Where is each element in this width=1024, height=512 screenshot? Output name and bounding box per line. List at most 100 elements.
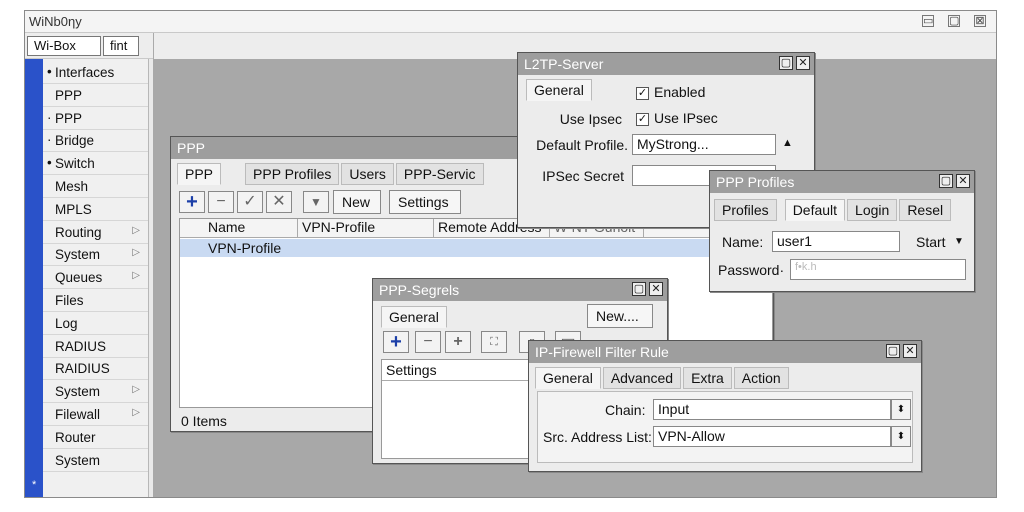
col-name[interactable]: Name [204, 219, 298, 237]
disable-icon[interactable]: ✕ [266, 191, 292, 213]
sidebar-item-files[interactable]: Files [43, 290, 148, 312]
sidebar-item-label: Queues [55, 270, 103, 286]
new-button[interactable]: New [333, 190, 381, 214]
minimize-icon[interactable]: ▭ [922, 15, 934, 27]
sidebar-item-router[interactable]: Router [43, 427, 148, 449]
col-vpn-profile[interactable]: VPN-Profile [298, 219, 434, 237]
sidebar-item-system[interactable]: System ▷ [43, 381, 148, 404]
enable-icon[interactable]: ✓ [237, 191, 263, 213]
sidebar-menu: • Interfaces PPP · PPP · Bridge • Switch Mesh MPLS… [43, 59, 149, 497]
close-icon[interactable]: ✕ [903, 344, 917, 358]
remove-icon[interactable]: − [415, 331, 441, 353]
sidebar-item-queues[interactable]: Queues ▷ [43, 267, 148, 290]
tab-advanced[interactable]: Advanced [602, 367, 682, 389]
sidebar-item-system[interactable]: System [43, 450, 148, 472]
dropdown-arrow-icon[interactable]: ▲ [782, 137, 793, 149]
segrels-window-title[interactable]: PPP-Segrels ▢ ✕ [373, 279, 667, 301]
default-profile-label: Default Profile. [536, 137, 628, 153]
default-profile-field[interactable]: MyStrong... [632, 134, 776, 155]
sidebar-item-bridge[interactable]: · Bridge [43, 130, 148, 153]
submenu-arrow-icon: ▷ [132, 384, 140, 396]
tab-ppp-profiles[interactable]: PPP Profiles [245, 163, 340, 185]
sidebar-item-ppp[interactable]: PPP [43, 85, 148, 107]
maximize-icon[interactable]: ▢ [779, 56, 793, 70]
submenu-arrow-icon: ▷ [132, 407, 140, 418]
enabled-checkbox[interactable]: ✓ [636, 87, 649, 100]
sidebar-item-switch[interactable]: • Switch [43, 153, 148, 176]
maximize-icon[interactable]: ▢ [886, 344, 900, 358]
l2tp-window-title[interactable]: L2TP-Server ▢ ✕ [518, 53, 814, 75]
tab-login[interactable]: Login [847, 199, 898, 221]
tab-ppp[interactable]: PPP [177, 163, 222, 185]
sidebar-item-system[interactable]: System ▷ [43, 244, 148, 267]
use-ipsec-checkbox[interactable]: ✓ [636, 113, 649, 126]
filter-icon[interactable]: ▼ [303, 191, 329, 213]
tab-reset[interactable]: Resel [899, 199, 952, 221]
close-icon[interactable]: ✕ [649, 282, 663, 296]
close-icon[interactable]: ⊠ [974, 15, 986, 27]
sidebar-item-ppp[interactable]: · PPP [43, 108, 148, 130]
tab-general[interactable]: General [526, 79, 592, 101]
sidebar-item-interfaces[interactable]: • Interfaces [43, 62, 148, 84]
settings-button[interactable]: Settings [389, 190, 461, 214]
sidebar-item-label: PPP [55, 87, 83, 103]
expand-icon[interactable]: ⛶ [481, 331, 507, 353]
maximize-icon[interactable]: ▢ [948, 15, 960, 27]
sidebar-item-raidius[interactable]: RAIDIUS [43, 358, 148, 381]
chevron-down-icon[interactable]: ▼ [954, 236, 964, 247]
table-row[interactable]: VPN-Profile [180, 239, 774, 257]
bullet-icon: · [47, 109, 52, 125]
sidebar-item-radius[interactable]: RADIUS [43, 336, 148, 358]
tab-action[interactable]: Action [733, 367, 789, 389]
strip-mark: * [32, 479, 37, 491]
sidebar-item-label: System [55, 384, 101, 400]
firewall-window-title[interactable]: IP-Firewell Filter Rule ▢ ✕ [529, 341, 921, 363]
sidebar-item-log[interactable]: Log [43, 313, 148, 335]
winbox-button[interactable]: Wi-Box [27, 36, 101, 56]
fint-button[interactable]: fint [103, 36, 139, 56]
sidebar-item-routing[interactable]: Routing ▷ [43, 222, 148, 244]
settings-column[interactable]: Settings [386, 362, 437, 378]
sidebar-item-filewall[interactable]: Filewall ▷ [43, 404, 148, 426]
maximize-icon[interactable]: ▢ [939, 174, 953, 188]
use-ipsec-label: Use Ipsec [559, 111, 622, 127]
src-address-select-icon[interactable]: ⬍ [891, 426, 911, 447]
sidebar-item-label: MPLS [55, 201, 92, 217]
sidebar-item-label: System [55, 452, 101, 468]
password-label: Password· [718, 262, 785, 278]
tab-users[interactable]: Users [341, 163, 394, 185]
tab-default[interactable]: Default [784, 199, 846, 221]
add-small-icon[interactable]: + [445, 331, 471, 353]
close-icon[interactable]: ✕ [956, 174, 970, 188]
name-field[interactable]: user1 [772, 231, 900, 252]
sidebar-item-mesh[interactable]: Mesh [43, 176, 148, 198]
add-icon[interactable]: + [179, 191, 205, 213]
new-button[interactable]: New.... [587, 304, 653, 328]
ipsec-secret-label: IPSec Secret [542, 168, 624, 184]
submenu-arrow-icon: ▷ [132, 270, 140, 282]
profiles-title-text: PPP Profiles [716, 174, 795, 190]
tab-general[interactable]: General [381, 306, 447, 328]
sidebar-item-mpls[interactable]: MPLS [43, 199, 148, 221]
tab-ppp-services[interactable]: PPP-Servic [395, 163, 484, 185]
remove-icon[interactable]: − [208, 191, 234, 213]
src-address-list-field[interactable]: VPN-Allow [653, 426, 891, 447]
tab-profiles[interactable]: Profiles [714, 199, 777, 221]
add-icon[interactable]: + [383, 331, 409, 353]
tab-extra[interactable]: Extra [683, 367, 732, 389]
tab-general[interactable]: General [535, 367, 601, 389]
sidebar-item-label: Interfaces [55, 65, 115, 80]
chain-label: Chain: [605, 402, 646, 418]
sidebar-item-label: PPP [55, 110, 83, 126]
close-icon[interactable]: ✕ [796, 56, 810, 70]
start-label[interactable]: Start [916, 234, 946, 250]
sidebar-item-label: RAIDIUS [55, 361, 110, 377]
profiles-window-title[interactable]: PPP Profiles ▢ ✕ [710, 171, 974, 193]
chain-field[interactable]: Input [653, 399, 891, 420]
maximize-icon[interactable]: ▢ [632, 282, 646, 296]
settings-list: Settings [381, 359, 531, 459]
sidebar-strip: * [25, 59, 43, 497]
password-field[interactable]: f•k.h [790, 259, 966, 280]
chain-select-icon[interactable]: ⬍ [891, 399, 911, 420]
title-bar: WiNb0ηy ▭ ▢ ⊠ [25, 11, 996, 33]
